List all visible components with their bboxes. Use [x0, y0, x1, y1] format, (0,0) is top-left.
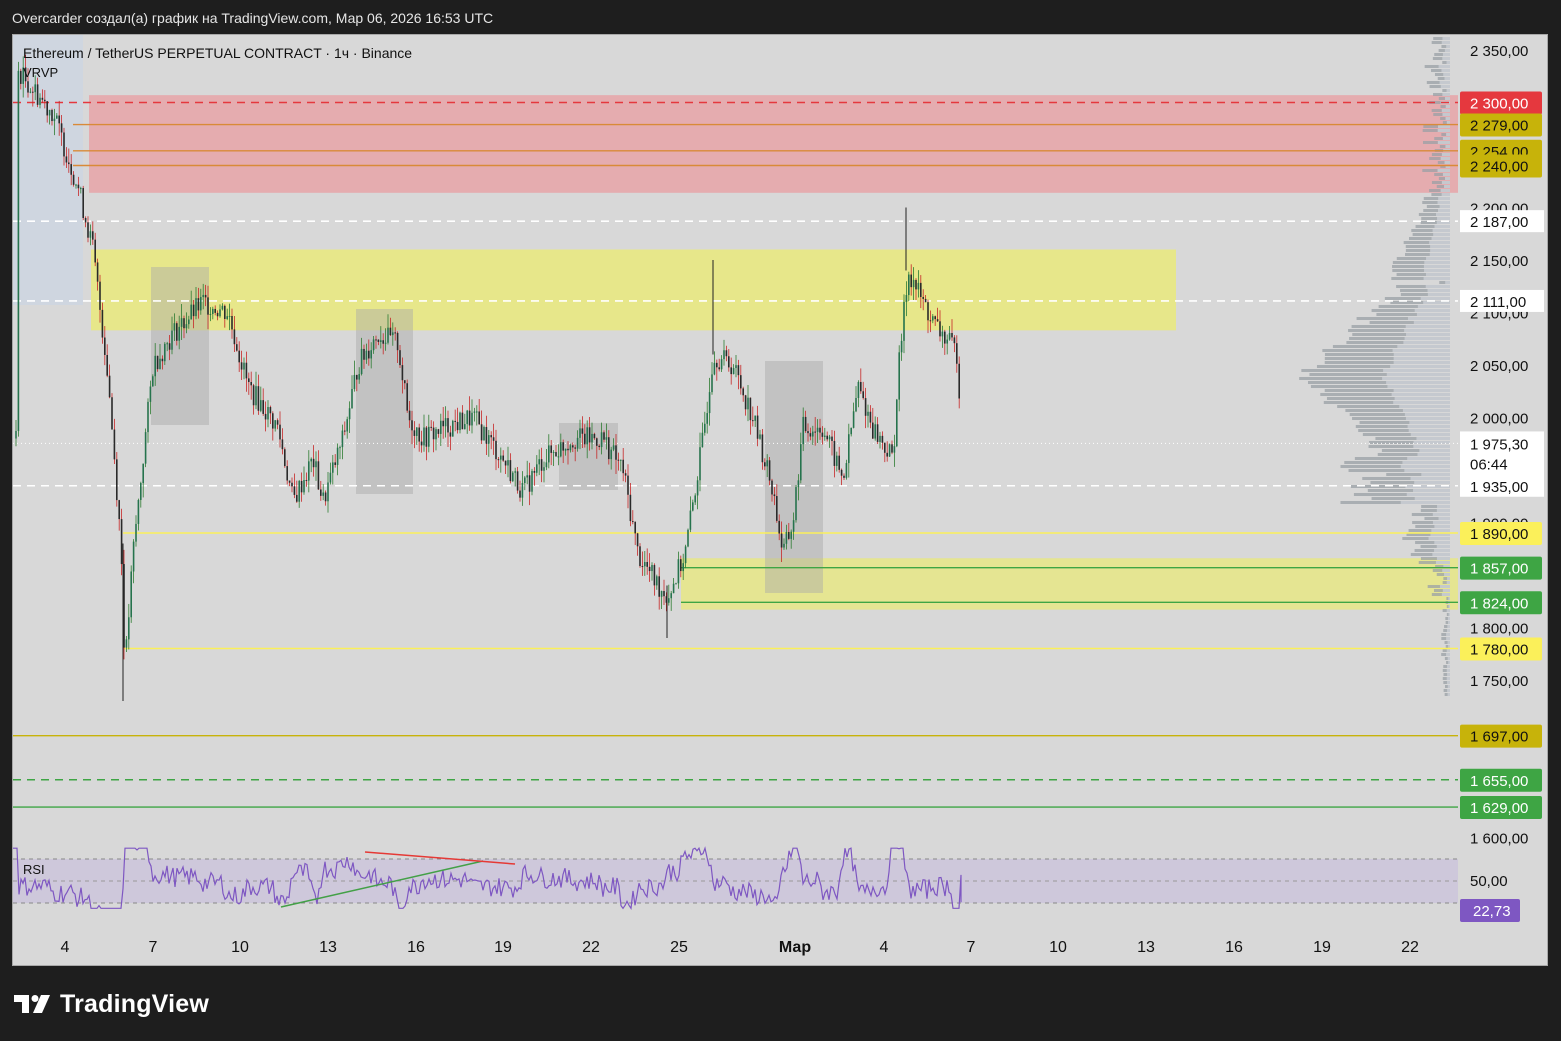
price-axis-label: 1 750,00	[1470, 673, 1528, 690]
price-marker-label: 2 279,00	[1470, 118, 1528, 135]
price-chart-canvas[interactable]: 2 350,002 200,002 150,002 100,002 050,00…	[13, 35, 1548, 966]
price-axis-label: 2 150,00	[1470, 253, 1528, 270]
time-axis-label: Мар	[779, 939, 811, 956]
zone-2	[91, 249, 1176, 331]
time-axis-label: 25	[670, 939, 688, 956]
price-marker-label: 2 187,00	[1470, 214, 1528, 231]
price-marker-label: 1 629,00	[1470, 800, 1528, 817]
time-axis-label: 19	[1313, 939, 1331, 956]
price-axis-label: 2 000,00	[1470, 411, 1528, 428]
tradingview-logo[interactable]: TradingView	[14, 988, 209, 1020]
symbol-legend-title[interactable]: Ethereum / TetherUS PERPETUAL CONTRACT ·…	[23, 45, 412, 61]
price-marker-label: 1 655,00	[1470, 773, 1528, 790]
price-marker-label: 2 111,00	[1470, 294, 1526, 311]
time-axis-label: 16	[1225, 939, 1243, 956]
price-marker-label: 1 935,00	[1470, 479, 1528, 496]
time-axis-label: 13	[319, 939, 337, 956]
time-axis-label: 4	[61, 939, 70, 956]
price-marker-label: 2 300,00	[1470, 96, 1528, 113]
consolidation-box-2	[356, 309, 413, 494]
price-axis-label: 1 800,00	[1470, 621, 1528, 638]
price-marker-label: 1 857,00	[1470, 561, 1528, 578]
price-axis-label: 1 600,00	[1470, 831, 1528, 848]
bar-countdown-label: 06:44	[1470, 456, 1508, 473]
current-price-label: 1 975,30	[1470, 436, 1528, 453]
time-axis-label: 22	[582, 939, 600, 956]
time-axis-label: 7	[967, 939, 976, 956]
price-marker-label: 1 780,00	[1470, 642, 1528, 659]
zone-1	[89, 95, 1458, 193]
consolidation-box-4	[765, 361, 823, 593]
time-axis-label: 19	[494, 939, 512, 956]
time-axis-label: 22	[1401, 939, 1419, 956]
chart-area[interactable]: 2 350,00 2 200,00 2 150,00 2 100,00 2 050,00…	[12, 34, 1548, 966]
tradingview-logo-icon	[14, 995, 50, 1013]
tradingview-logo-text: TradingView	[60, 989, 210, 1018]
time-axis-label: 13	[1137, 939, 1155, 956]
time-axis-label: 10	[1049, 939, 1067, 956]
price-marker-label: 1 890,00	[1470, 526, 1528, 543]
rsi-value-label: 22,73	[1473, 903, 1511, 920]
time-axis-label: 7	[149, 939, 158, 956]
rsi-indicator-legend[interactable]: RSI	[23, 862, 45, 877]
rsi-axis-label: 50,00	[1470, 873, 1508, 890]
price-axis-label: 2 050,00	[1470, 358, 1528, 375]
time-axis-label: 4	[880, 939, 889, 956]
price-marker-label: 1 697,00	[1470, 729, 1528, 746]
price-marker-label: 1 824,00	[1470, 595, 1528, 612]
price-marker-label: 2 240,00	[1470, 159, 1528, 176]
chart-author-header: Overcarder создал(а) график на TradingVi…	[12, 10, 494, 26]
vrvp-indicator-legend[interactable]: VRVP	[23, 65, 58, 80]
time-axis-label: 16	[407, 939, 425, 956]
price-axis-label: 2 350,00	[1470, 43, 1528, 60]
time-axis-label: 10	[231, 939, 249, 956]
